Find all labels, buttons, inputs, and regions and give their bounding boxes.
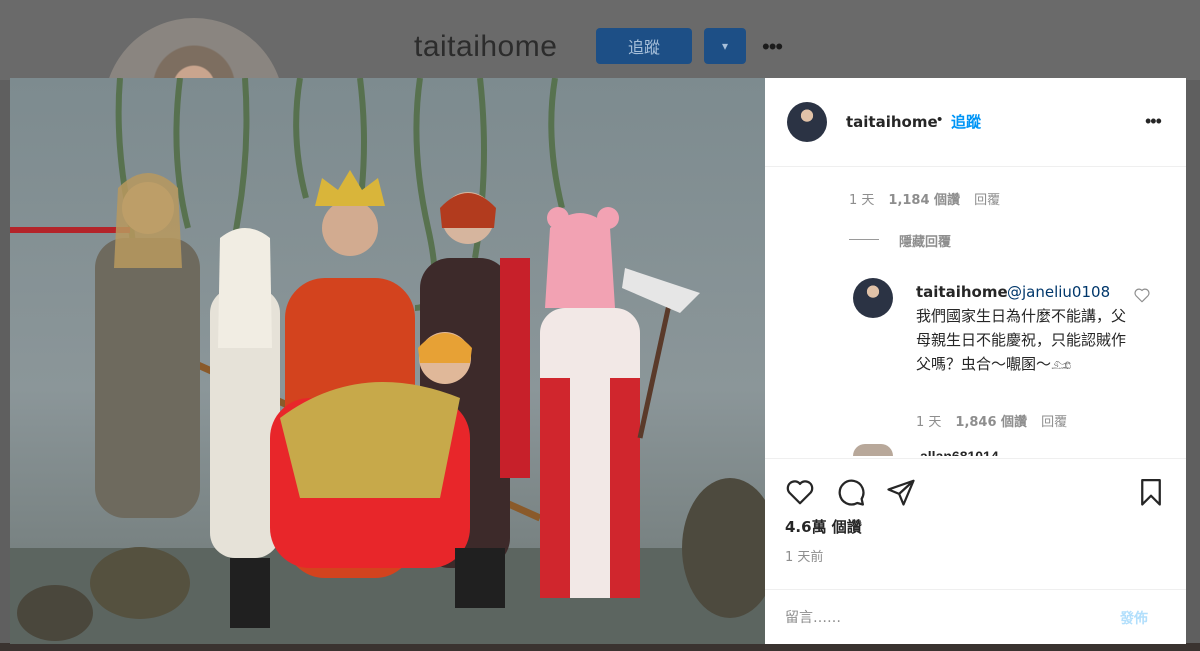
reply-meta: 1 天 1,846 個讚 回覆: [916, 411, 1067, 430]
post-photo-illustration: [10, 78, 765, 644]
author-username[interactable]: taitaihome: [846, 113, 938, 131]
follow-link[interactable]: 追蹤: [951, 111, 981, 132]
hide-replies-button[interactable]: 隱藏回覆: [899, 231, 951, 250]
comment-icon[interactable]: [836, 477, 866, 507]
share-icon[interactable]: [886, 477, 916, 507]
reply-avatar[interactable]: [853, 278, 893, 318]
caption-meta: 1 天 1,184 個讚 回覆: [849, 189, 1000, 208]
post-comment-button[interactable]: 發佈: [1120, 608, 1148, 628]
reply-username[interactable]: taitaihome: [916, 283, 1008, 301]
add-comment-bar: 發佈: [765, 589, 1186, 646]
bookmark-icon[interactable]: [1136, 477, 1166, 507]
caption-age: 1 天: [849, 193, 875, 208]
next-comment-avatar[interactable]: [853, 444, 893, 456]
comment-input[interactable]: [785, 608, 1085, 628]
caption-likes[interactable]: 1,184 個讚: [888, 193, 960, 208]
profile-username: taitaihome: [414, 30, 558, 63]
author-avatar[interactable]: [787, 102, 827, 142]
reply-age: 1 天: [916, 415, 942, 430]
post-panel: taitaihome • 追蹤 ••• 1 天 1,184 個讚 回覆 隱藏回覆 t…: [765, 78, 1186, 644]
next-comment-username[interactable]: allan681014: [920, 444, 999, 456]
profile-follow-button[interactable]: 追蹤: [596, 28, 692, 64]
post-modal: taitaihome • 追蹤 ••• 1 天 1,184 個讚 回覆 隱藏回覆 t…: [10, 78, 1186, 644]
profile-more-icon[interactable]: •••: [762, 34, 783, 60]
reply-text: 我們國家生日為什麼不能講，父母親生日不能慶祝，只能認賊作父嗎？虫合～𡃁圂～𓃭: [916, 307, 1127, 373]
heart-icon[interactable]: [1133, 286, 1151, 304]
replies-divider: [849, 239, 879, 240]
like-count[interactable]: 4.6萬 個讚: [785, 516, 862, 537]
heart-icon[interactable]: [785, 477, 815, 507]
more-icon[interactable]: •••: [1145, 111, 1162, 132]
reply-reply-button[interactable]: 回覆: [1041, 415, 1067, 430]
post-timestamp[interactable]: 1 天前: [785, 546, 823, 565]
separator-dot: •: [937, 111, 943, 128]
reply-likes[interactable]: 1,846 個讚: [955, 415, 1027, 430]
post-image[interactable]: [10, 78, 765, 644]
caption-reply-button[interactable]: 回覆: [974, 193, 1000, 208]
chevron-down-icon[interactable]: ▾: [704, 28, 746, 64]
post-header: taitaihome • 追蹤 •••: [765, 78, 1186, 167]
reply-mention[interactable]: @janeliu0108: [1007, 283, 1110, 301]
post-actions: 4.6萬 個讚 1 天前 發佈: [765, 458, 1186, 645]
